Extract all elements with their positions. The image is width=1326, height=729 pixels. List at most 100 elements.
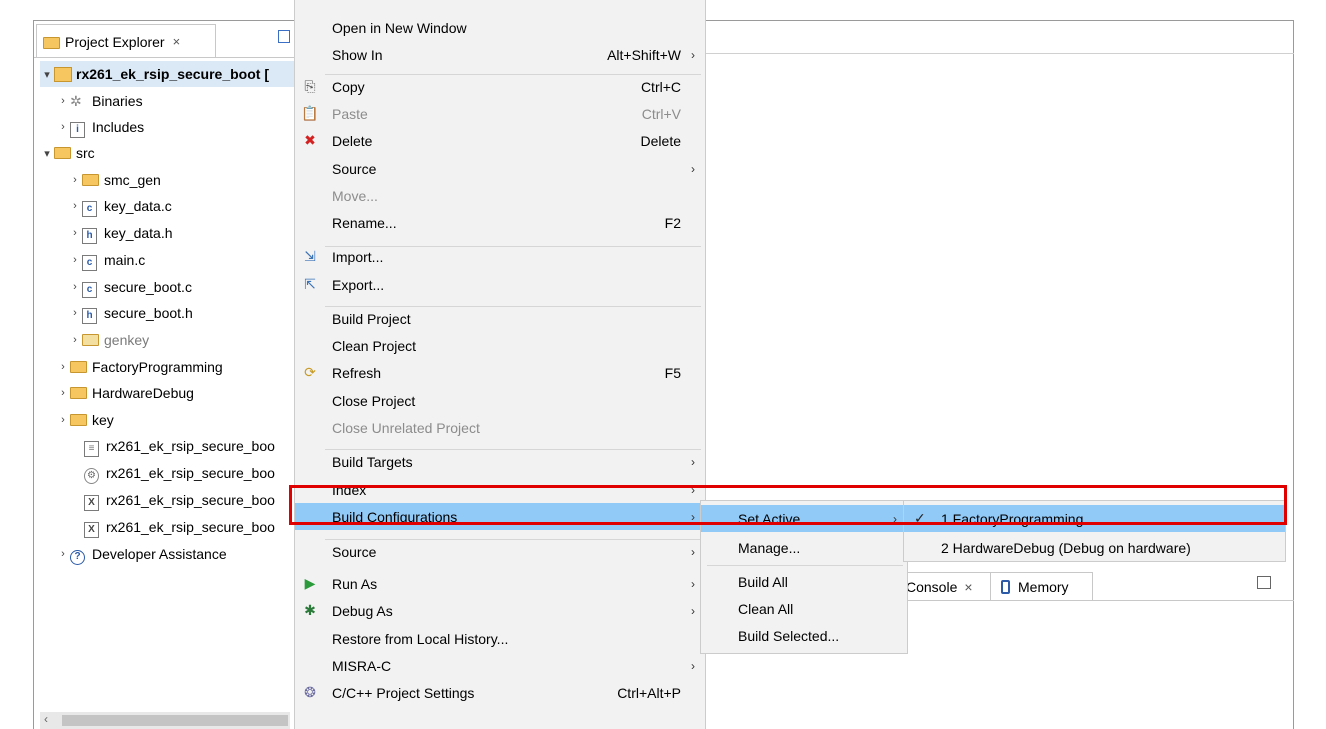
- menu-item-build-targets[interactable]: Build Targets ›: [295, 448, 705, 475]
- menu-item-config-2[interactable]: 2 HardwareDebug (Debug on hardware): [904, 534, 1285, 561]
- menu-item-label: Manage...: [738, 539, 801, 556]
- tree-item[interactable]: › FactoryProgramming: [56, 354, 223, 380]
- menu-item-label: Close Unrelated Project: [332, 419, 480, 436]
- tree-item[interactable]: Xrx261_ek_rsip_secure_boo: [70, 514, 275, 540]
- menu-item-build-configurations[interactable]: Build Configurations ›: [295, 503, 705, 530]
- menu-item-export[interactable]: ⇱ Export...: [295, 271, 705, 298]
- chevron-right-icon: ›: [691, 576, 695, 591]
- chevron-right-icon: ›: [691, 509, 695, 524]
- menu-item-label: C/C++ Project Settings: [332, 684, 475, 701]
- menu-item-source[interactable]: Source ›: [295, 538, 705, 565]
- menu-item-shortcut: Delete: [640, 132, 681, 149]
- chevron-right-icon[interactable]: ›: [56, 387, 70, 399]
- tree-item[interactable]: › key: [56, 407, 114, 433]
- chevron-right-icon[interactable]: ›: [68, 174, 82, 186]
- chevron-right-icon[interactable]: ›: [56, 414, 70, 426]
- tab-console[interactable]: Console ×: [903, 572, 991, 601]
- chevron-right-icon[interactable]: ›: [68, 334, 82, 346]
- menu-item-run-as[interactable]: ▶ Run As ›: [295, 570, 705, 597]
- chevron-right-icon[interactable]: ›: [56, 361, 70, 373]
- scroll-left-icon[interactable]: ‹: [44, 712, 48, 726]
- menu-item-show-in[interactable]: Show In Alt+Shift+W ›: [295, 41, 705, 68]
- menu-item-refresh[interactable]: ⟳ Refresh F5: [295, 359, 705, 386]
- menu-item-copy[interactable]: ⎘ Copy Ctrl+C: [295, 73, 705, 100]
- project-explorer-tab[interactable]: Project Explorer ×: [36, 24, 216, 58]
- folder-icon: [70, 359, 88, 375]
- c-file-icon: c: [82, 279, 100, 298]
- menu-item-label: Show In: [332, 46, 383, 63]
- menu-item-delete[interactable]: ✖ Delete Delete: [295, 127, 705, 154]
- tree-item[interactable]: › h key_data.h: [68, 220, 173, 246]
- tree-item[interactable]: › smc_gen: [68, 167, 161, 193]
- menu-item-clean-all[interactable]: Clean All: [701, 595, 907, 622]
- chevron-down-icon[interactable]: ▾: [40, 147, 54, 160]
- menu-item-debug-as[interactable]: ✱ Debug As ›: [295, 597, 705, 624]
- menu-item-source[interactable]: Source ›: [295, 155, 705, 182]
- menu-item-shortcut: Ctrl+C: [640, 78, 681, 95]
- menu-item-set-active[interactable]: Set Active ›: [701, 505, 907, 532]
- menu-item-build-selected[interactable]: Build Selected...: [701, 622, 907, 649]
- tree-item[interactable]: ▾ rx261_ek_rsip_secure_boot [: [40, 61, 294, 87]
- tree-item[interactable]: › ✲ Binaries: [56, 88, 142, 114]
- document-icon: ≡: [84, 438, 102, 457]
- tree-item[interactable]: › c key_data.c: [68, 193, 172, 219]
- menu-item-c-c-project-settings[interactable]: ❂ C/C++ Project Settings Ctrl+Alt+P: [295, 679, 705, 706]
- chevron-right-icon[interactable]: ›: [56, 548, 70, 560]
- menu-item-manage[interactable]: Manage...: [701, 534, 907, 561]
- tree-item[interactable]: › genkey: [68, 327, 149, 353]
- menu-item-label: Close Project: [332, 392, 416, 409]
- menu-item-rename[interactable]: Rename... F2: [295, 209, 705, 236]
- tree-item[interactable]: › c secure_boot.c: [68, 274, 192, 300]
- tree-item[interactable]: ≡ rx261_ek_rsip_secure_boo: [70, 433, 275, 459]
- debug-icon: ✱: [304, 602, 316, 618]
- tree-item[interactable]: Xrx261_ek_rsip_secure_boo: [70, 487, 275, 513]
- close-icon[interactable]: ×: [964, 579, 972, 595]
- tree-item[interactable]: › c main.c: [68, 247, 145, 273]
- chevron-right-icon[interactable]: ›: [68, 307, 82, 319]
- chevron-right-icon: ›: [691, 47, 695, 62]
- menu-item-index[interactable]: Index ›: [295, 476, 705, 503]
- chevron-right-icon[interactable]: ›: [68, 281, 82, 293]
- console-tab-label: Console: [906, 579, 958, 595]
- menu-item-clean-project[interactable]: Clean Project: [295, 332, 705, 359]
- folder-icon: [70, 385, 88, 401]
- scrollbar-thumb[interactable]: [62, 715, 288, 726]
- horizontal-scrollbar[interactable]: ‹: [40, 712, 290, 729]
- help-icon: ?: [70, 546, 88, 565]
- chevron-right-icon[interactable]: ›: [56, 121, 70, 133]
- menu-item-label: Build Selected...: [738, 627, 840, 644]
- tree-item-label: rx261_ek_rsip_secure_boot [: [76, 66, 269, 82]
- tree-item[interactable]: ›? Developer Assistance: [56, 541, 227, 567]
- project-explorer-tab-label: Project Explorer: [65, 33, 165, 50]
- menu-item-misra-c[interactable]: MISRA-C ›: [295, 652, 705, 679]
- view-menu-icon[interactable]: [1257, 576, 1271, 589]
- chevron-down-icon[interactable]: ▾: [40, 68, 54, 81]
- menu-item-label: 1 FactoryProgramming: [941, 510, 1084, 527]
- tree-item-label: genkey: [104, 332, 150, 348]
- chevron-right-icon[interactable]: ›: [68, 200, 82, 212]
- tab-memory[interactable]: Memory: [991, 572, 1093, 601]
- chevron-right-icon[interactable]: ›: [56, 95, 70, 107]
- menu-item-config-1[interactable]: ✓ 1 FactoryProgramming: [904, 505, 1285, 532]
- tree-item[interactable]: › HardwareDebug: [56, 380, 194, 406]
- tree-item[interactable]: ⚙ rx261_ek_rsip_secure_boo: [70, 460, 275, 486]
- menu-item-import[interactable]: ⇲ Import...: [295, 243, 705, 270]
- excluded-folder-icon: [82, 332, 100, 348]
- tree-item[interactable]: › i Includes: [56, 114, 144, 140]
- chevron-right-icon[interactable]: ›: [68, 254, 82, 266]
- menu-item-shortcut: Ctrl+Alt+P: [617, 684, 681, 701]
- paste-icon: 📋: [301, 105, 319, 121]
- tree-item[interactable]: › h secure_boot.h: [68, 300, 193, 326]
- menu-item-close-project[interactable]: Close Project: [295, 387, 705, 414]
- menu-item-open-in-new-window[interactable]: Open in New Window: [295, 14, 705, 41]
- menu-item-restore-from-local-history[interactable]: Restore from Local History...: [295, 625, 705, 652]
- menu-item-build-project[interactable]: Build Project: [295, 305, 705, 332]
- collapse-all-icon[interactable]: [278, 30, 290, 43]
- chevron-right-icon[interactable]: ›: [68, 227, 82, 239]
- menu-item-label: Source: [332, 160, 377, 177]
- refresh-icon: ⟳: [304, 364, 316, 380]
- tree-item[interactable]: ▾ src: [40, 140, 94, 166]
- menu-item-build-all[interactable]: Build All: [701, 568, 907, 595]
- close-icon[interactable]: ×: [173, 34, 181, 49]
- menu-item-label: MISRA-C: [332, 657, 392, 674]
